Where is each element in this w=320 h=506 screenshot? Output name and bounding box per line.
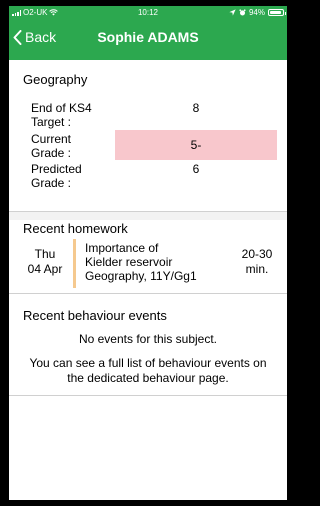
homework-section: Recent homework Thu 04 Apr Importance of…: [9, 220, 287, 294]
battery-percent: 94%: [248, 8, 265, 17]
geography-section: Geography End of KS4 Target : 8 Current …: [9, 60, 287, 212]
homework-duration-unit: min.: [245, 262, 269, 276]
predicted-grade-label-line1: Predicted: [31, 162, 82, 176]
homework-accent-bar: [73, 239, 76, 288]
homework-section-title: Recent homework: [23, 221, 128, 236]
current-grade-label: Current Grade :: [31, 132, 109, 160]
target-value: 8: [192, 101, 200, 115]
predicted-grade-label: Predicted Grade :: [31, 162, 109, 190]
homework-title-line1: Importance of: [85, 241, 159, 255]
current-grade-label-line1: Current: [31, 132, 72, 146]
behaviour-section: Recent behaviour events No events for th…: [9, 294, 287, 396]
target-row: End of KS4 Target : 8: [9, 101, 287, 131]
status-bar: O2-UK 10:12 94%: [9, 6, 287, 18]
subject-title: Geography: [23, 72, 88, 87]
homework-title-line2: Kielder reservoir: [85, 255, 173, 269]
navigation-bar: Back Sophie ADAMS: [9, 18, 287, 60]
alarm-icon: [239, 9, 246, 16]
phone-screen: O2-UK 10:12 94% Back Sophie ADAMS Geogra…: [9, 6, 287, 500]
section-divider: [9, 212, 287, 220]
current-grade-value: 5-: [115, 130, 277, 160]
location-arrow-icon: [229, 9, 236, 16]
homework-duration-value: 20-30: [241, 247, 273, 261]
homework-duration: 20-30 min.: [237, 247, 277, 277]
behaviour-page-note: You can see a full list of behaviour eve…: [29, 356, 267, 385]
current-grade-label-line2: Grade :: [31, 146, 72, 160]
predicted-grade-label-line2: Grade :: [31, 176, 72, 190]
battery-fill: [270, 11, 282, 14]
homework-day: Thu: [34, 247, 56, 261]
page-title: Sophie ADAMS: [97, 29, 199, 45]
predicted-grade-row: Predicted Grade : 6: [9, 162, 287, 192]
homework-day-date: 04 Apr: [27, 262, 63, 276]
homework-class: Geography, 11Y/Gg1: [85, 269, 197, 283]
target-label-line1: End of KS4: [31, 101, 92, 115]
homework-item[interactable]: Importance of Kielder reservoir Geograph…: [85, 241, 235, 283]
current-grade-row: Current Grade : 5-: [9, 130, 287, 162]
behaviour-section-title: Recent behaviour events: [23, 308, 167, 323]
battery-icon: [268, 9, 286, 16]
homework-date[interactable]: Thu 04 Apr: [25, 247, 65, 277]
predicted-grade-value: 6: [192, 162, 200, 176]
target-label-line2: Target :: [31, 115, 72, 129]
target-label: End of KS4 Target :: [31, 101, 109, 129]
no-events-message: No events for this subject.: [78, 332, 218, 346]
status-right-group: 94%: [229, 8, 286, 17]
